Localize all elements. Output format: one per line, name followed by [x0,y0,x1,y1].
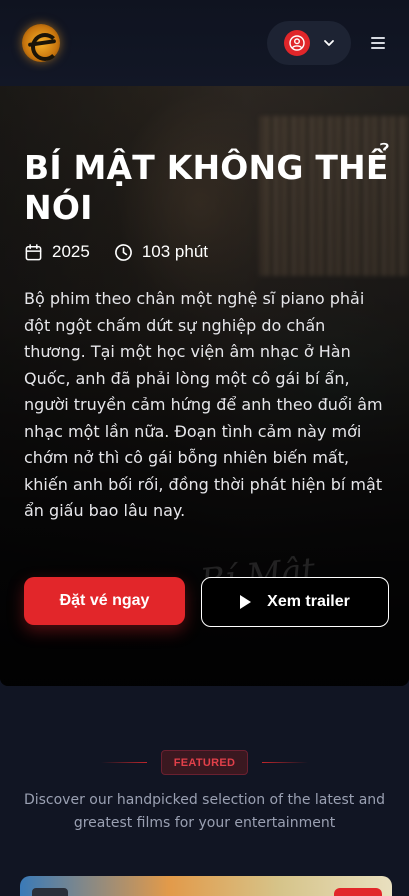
chevron-down-icon [324,40,334,46]
user-menu-button[interactable] [267,21,351,65]
book-ticket-button[interactable]: Đặt vé ngay [24,577,185,625]
header-actions [267,21,385,65]
featured-header: FEATURED [0,750,409,775]
featured-description: Discover our handpicked selection of the… [23,792,386,831]
watch-trailer-label: Xem trailer [267,593,350,610]
hero-content: BÍ MẬT KHÔNG THỂ NÓI 2025 103 phút Bộ ph… [24,148,389,525]
hamburger-menu-icon[interactable] [371,37,385,49]
featured-section: FEATURED Discover our handpicked selecti… [0,750,409,835]
calendar-icon [25,243,42,260]
card-chip [32,888,68,896]
hero-banner: Bí Mật BÍ MẬT KHÔNG THỂ NÓI 2025 103 phú… [0,86,409,686]
year-text: 2025 [52,242,90,261]
movie-title: BÍ MẬT KHÔNG THỂ NÓI [24,148,389,227]
hero-actions: Đặt vé ngay Xem trailer [24,577,389,627]
watch-trailer-button[interactable]: Xem trailer [201,577,389,627]
movie-description: Bộ phim theo chân một nghệ sĩ piano phải… [24,289,383,520]
cinema-logo-icon[interactable] [22,24,60,62]
clock-icon [114,243,132,261]
divider-line [100,762,147,763]
release-year: 2025 [24,242,90,262]
duration-text: 103 phút [141,242,209,261]
featured-badge: FEATURED [160,750,249,775]
duration: 103 phút [114,242,208,262]
top-header [0,0,409,86]
movie-meta: 2025 103 phút [24,242,389,262]
user-circle-icon [284,30,310,56]
movie-card-preview[interactable] [20,876,392,896]
play-icon [240,595,252,609]
card-badge [334,888,382,896]
divider-line [262,762,309,763]
